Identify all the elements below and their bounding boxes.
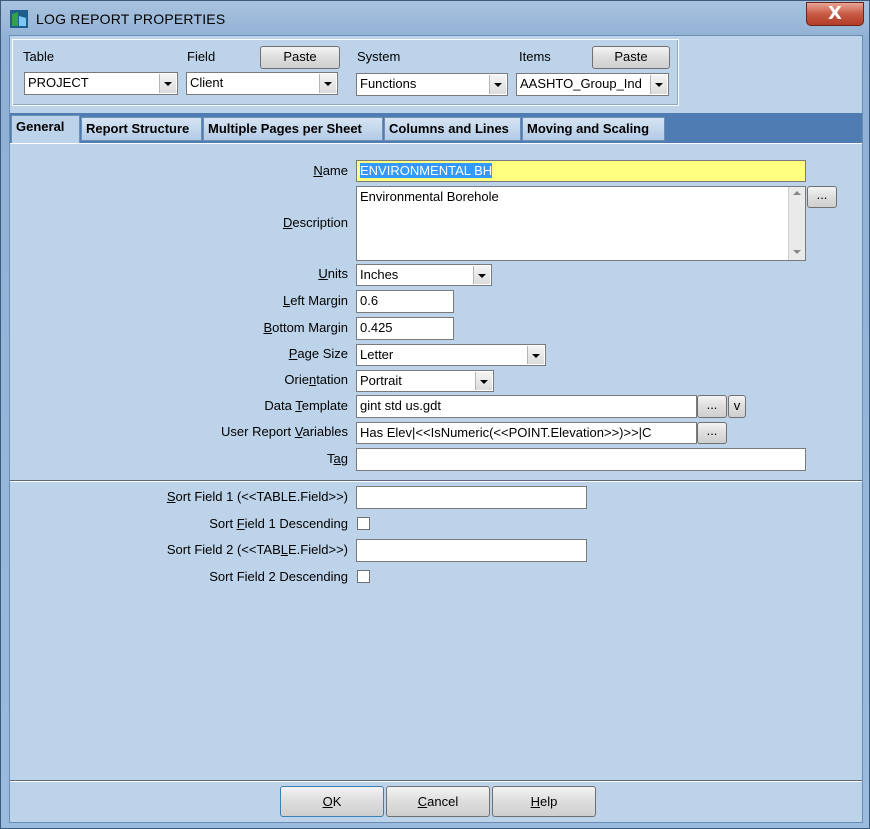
sort-field-2-descending-checkbox[interactable] — [357, 570, 370, 583]
field-paste-button[interactable]: Paste — [260, 46, 340, 69]
sort-field-1-descending-checkbox[interactable] — [357, 517, 370, 530]
window-title: LOG REPORT PROPERTIES — [36, 11, 226, 27]
orientation-label: Orientation — [284, 372, 348, 387]
units-label: Units — [318, 266, 348, 281]
sort-field-1-descending-label: Sort Field 1 Descending — [209, 516, 348, 531]
bottom-margin-label: Bottom Margin — [263, 320, 348, 335]
scroll-down-icon[interactable] — [793, 250, 801, 254]
system-label: System — [357, 49, 401, 64]
description-value: Environmental Borehole — [360, 189, 499, 204]
tab-general[interactable]: General — [11, 115, 80, 143]
user-report-variables-browse-button[interactable]: ... — [697, 422, 727, 444]
user-report-variables-label: User Report Variables — [221, 424, 348, 439]
description-textarea[interactable]: Environmental Borehole — [356, 186, 806, 261]
chevron-down-icon[interactable] — [159, 74, 176, 93]
tab-report-structure[interactable]: Report Structure — [81, 117, 202, 141]
tab-multiple-pages[interactable]: Multiple Pages per Sheet — [203, 117, 383, 141]
tag-input[interactable] — [356, 448, 806, 471]
description-browse-button[interactable]: ... — [807, 186, 837, 208]
scroll-up-icon[interactable] — [793, 191, 801, 195]
field-select-value: Client — [190, 75, 224, 90]
chevron-down-icon[interactable] — [650, 75, 667, 94]
sort-field-1-label: Sort Field 1 (<<TABLE.Field>>) — [166, 489, 348, 504]
dialog-body: Table PROJECT Field Paste Client System … — [9, 35, 863, 823]
tab-strip: General Report Structure Multiple Pages … — [10, 113, 862, 143]
ok-button[interactable]: OK — [280, 786, 384, 817]
name-input[interactable]: ENVIRONMENTAL BH — [356, 160, 806, 182]
log-report-properties-window: LOG REPORT PROPERTIES X Table PROJECT Fi… — [0, 0, 870, 829]
chevron-down-icon[interactable] — [489, 75, 506, 94]
general-tab-panel: Name ENVIRONMENTAL BH Description Enviro… — [10, 143, 862, 776]
items-select[interactable]: AASHTO_Group_Ind — [516, 73, 669, 96]
page-size-select-value: Letter — [360, 347, 394, 362]
section-divider — [10, 480, 862, 482]
items-select-value: AASHTO_Group_Ind — [520, 76, 642, 91]
chevron-down-icon[interactable] — [319, 74, 336, 93]
field-label: Field — [187, 49, 216, 64]
table-select-value: PROJECT — [28, 75, 89, 90]
items-paste-button[interactable]: Paste — [592, 46, 670, 69]
title-bar[interactable]: LOG REPORT PROPERTIES X — [1, 1, 869, 35]
table-select[interactable]: PROJECT — [24, 72, 178, 95]
table-label: Table — [23, 49, 55, 64]
page-size-label: Page Size — [288, 346, 348, 361]
orientation-select[interactable]: Portrait — [356, 370, 494, 392]
name-label: Name — [313, 163, 348, 178]
description-label: Description — [282, 215, 348, 230]
tag-label: Tag — [327, 451, 348, 466]
system-select[interactable]: Functions — [356, 73, 508, 96]
tab-moving-and-scaling[interactable]: Moving and Scaling — [522, 117, 665, 141]
data-template-label: Data Template — [264, 398, 348, 413]
chevron-down-icon[interactable] — [475, 372, 492, 390]
sort-field-2-label: Sort Field 2 (<<TABLE.Field>>) — [166, 542, 348, 557]
description-scrollbar[interactable] — [788, 187, 805, 260]
page-size-select[interactable]: Letter — [356, 344, 546, 366]
orientation-select-value: Portrait — [360, 373, 402, 388]
sort-field-2-input[interactable] — [356, 539, 587, 562]
close-button[interactable]: X — [806, 2, 864, 26]
footer-divider — [10, 780, 862, 782]
left-margin-input[interactable]: 0.6 — [356, 290, 454, 313]
sort-field-2-descending-label: Sort Field 2 Descending — [209, 569, 348, 584]
cancel-button[interactable]: Cancel — [386, 786, 490, 817]
app-icon — [10, 10, 28, 28]
name-input-value: ENVIRONMENTAL BH — [360, 163, 493, 178]
items-label: Items — [519, 49, 551, 64]
sort-field-1-input[interactable] — [356, 486, 587, 509]
data-template-dropdown-button[interactable]: v — [728, 395, 746, 418]
tab-columns-and-lines[interactable]: Columns and Lines — [384, 117, 521, 141]
bottom-margin-input[interactable]: 0.425 — [356, 317, 454, 340]
data-template-browse-button[interactable]: ... — [697, 395, 727, 418]
units-select-value: Inches — [360, 267, 399, 282]
units-select[interactable]: Inches — [356, 264, 492, 286]
user-report-variables-input[interactable]: Has Elev|<<IsNumeric(<<POINT.Elevation>>… — [356, 422, 697, 444]
data-template-input[interactable]: gint std us.gdt — [356, 395, 697, 418]
chevron-down-icon[interactable] — [473, 266, 490, 284]
help-button[interactable]: Help — [492, 786, 596, 817]
chevron-down-icon[interactable] — [527, 346, 544, 364]
field-select[interactable]: Client — [186, 72, 338, 95]
system-select-value: Functions — [360, 76, 417, 91]
left-margin-label: Left Margin — [282, 293, 348, 308]
close-icon: X — [828, 3, 842, 24]
